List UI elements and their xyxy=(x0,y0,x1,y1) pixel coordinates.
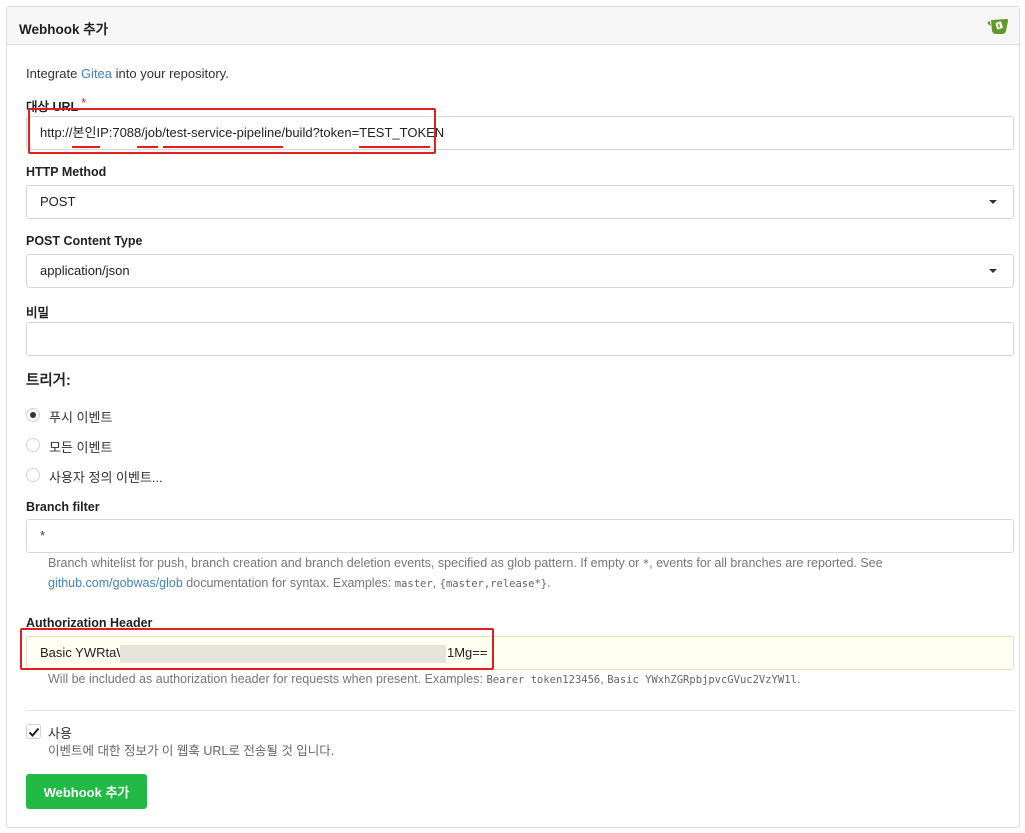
target-url-input[interactable]: http://본인IP:7088/job/test-service-pipeli… xyxy=(26,116,1014,150)
radio-unchecked[interactable] xyxy=(26,438,40,452)
intro-text: Integrate Gitea into your repository. xyxy=(26,66,229,81)
chevron-down-icon xyxy=(989,269,997,273)
active-help: 이벤트에 대한 정보가 이 웹훅 URL로 전송될 것 입니다. xyxy=(48,744,335,758)
content-type-select[interactable]: application/json xyxy=(26,254,1014,288)
target-url-label: 대상 URL * xyxy=(26,95,87,114)
branch-filter-help-line1: Branch whitelist for push, branch creati… xyxy=(48,556,883,570)
chevron-down-icon xyxy=(989,200,997,204)
radio-checked[interactable] xyxy=(26,408,40,422)
http-method-label: HTTP Method xyxy=(26,165,107,179)
http-method-select[interactable]: POST xyxy=(26,185,1014,219)
underline-pipeline xyxy=(163,146,283,148)
radio-unchecked[interactable] xyxy=(26,468,40,482)
branch-filter-input[interactable]: * xyxy=(26,519,1014,553)
glob-docs-link[interactable]: github.com/gobwas/glob xyxy=(48,576,183,590)
underline-job xyxy=(137,146,158,148)
page-title: Webhook 추가 xyxy=(19,22,109,37)
divider xyxy=(26,710,1014,711)
secret-label: 비밀 xyxy=(26,306,50,320)
underline-ip xyxy=(72,146,100,148)
active-checkbox[interactable] xyxy=(26,724,41,739)
triggers-title: 트리거: xyxy=(26,373,71,389)
gitea-logo-icon xyxy=(987,19,1008,34)
auth-header-input[interactable]: Basic YWRtaW 1Mg== xyxy=(26,636,1014,670)
auth-header-label: Authorization Header xyxy=(26,616,153,630)
required-mark: * xyxy=(81,95,87,110)
secret-input[interactable] xyxy=(26,322,1014,356)
underline-token xyxy=(359,146,430,148)
gitea-link[interactable]: Gitea xyxy=(81,66,112,81)
content-type-label: POST Content Type xyxy=(26,234,143,248)
checkmark-icon xyxy=(28,727,40,737)
branch-filter-label: Branch filter xyxy=(26,500,100,514)
panel-header: Webhook 추가 xyxy=(7,7,1019,45)
branch-filter-help-line2: github.com/gobwas/glob documentation for… xyxy=(48,576,551,590)
webhook-form-panel: Webhook 추가 Integrate Gitea into your rep… xyxy=(6,6,1020,828)
auth-header-help: Will be included as authorization header… xyxy=(48,672,801,686)
add-webhook-button[interactable]: Webhook 추가 xyxy=(26,774,147,809)
redaction-mask xyxy=(120,645,446,663)
